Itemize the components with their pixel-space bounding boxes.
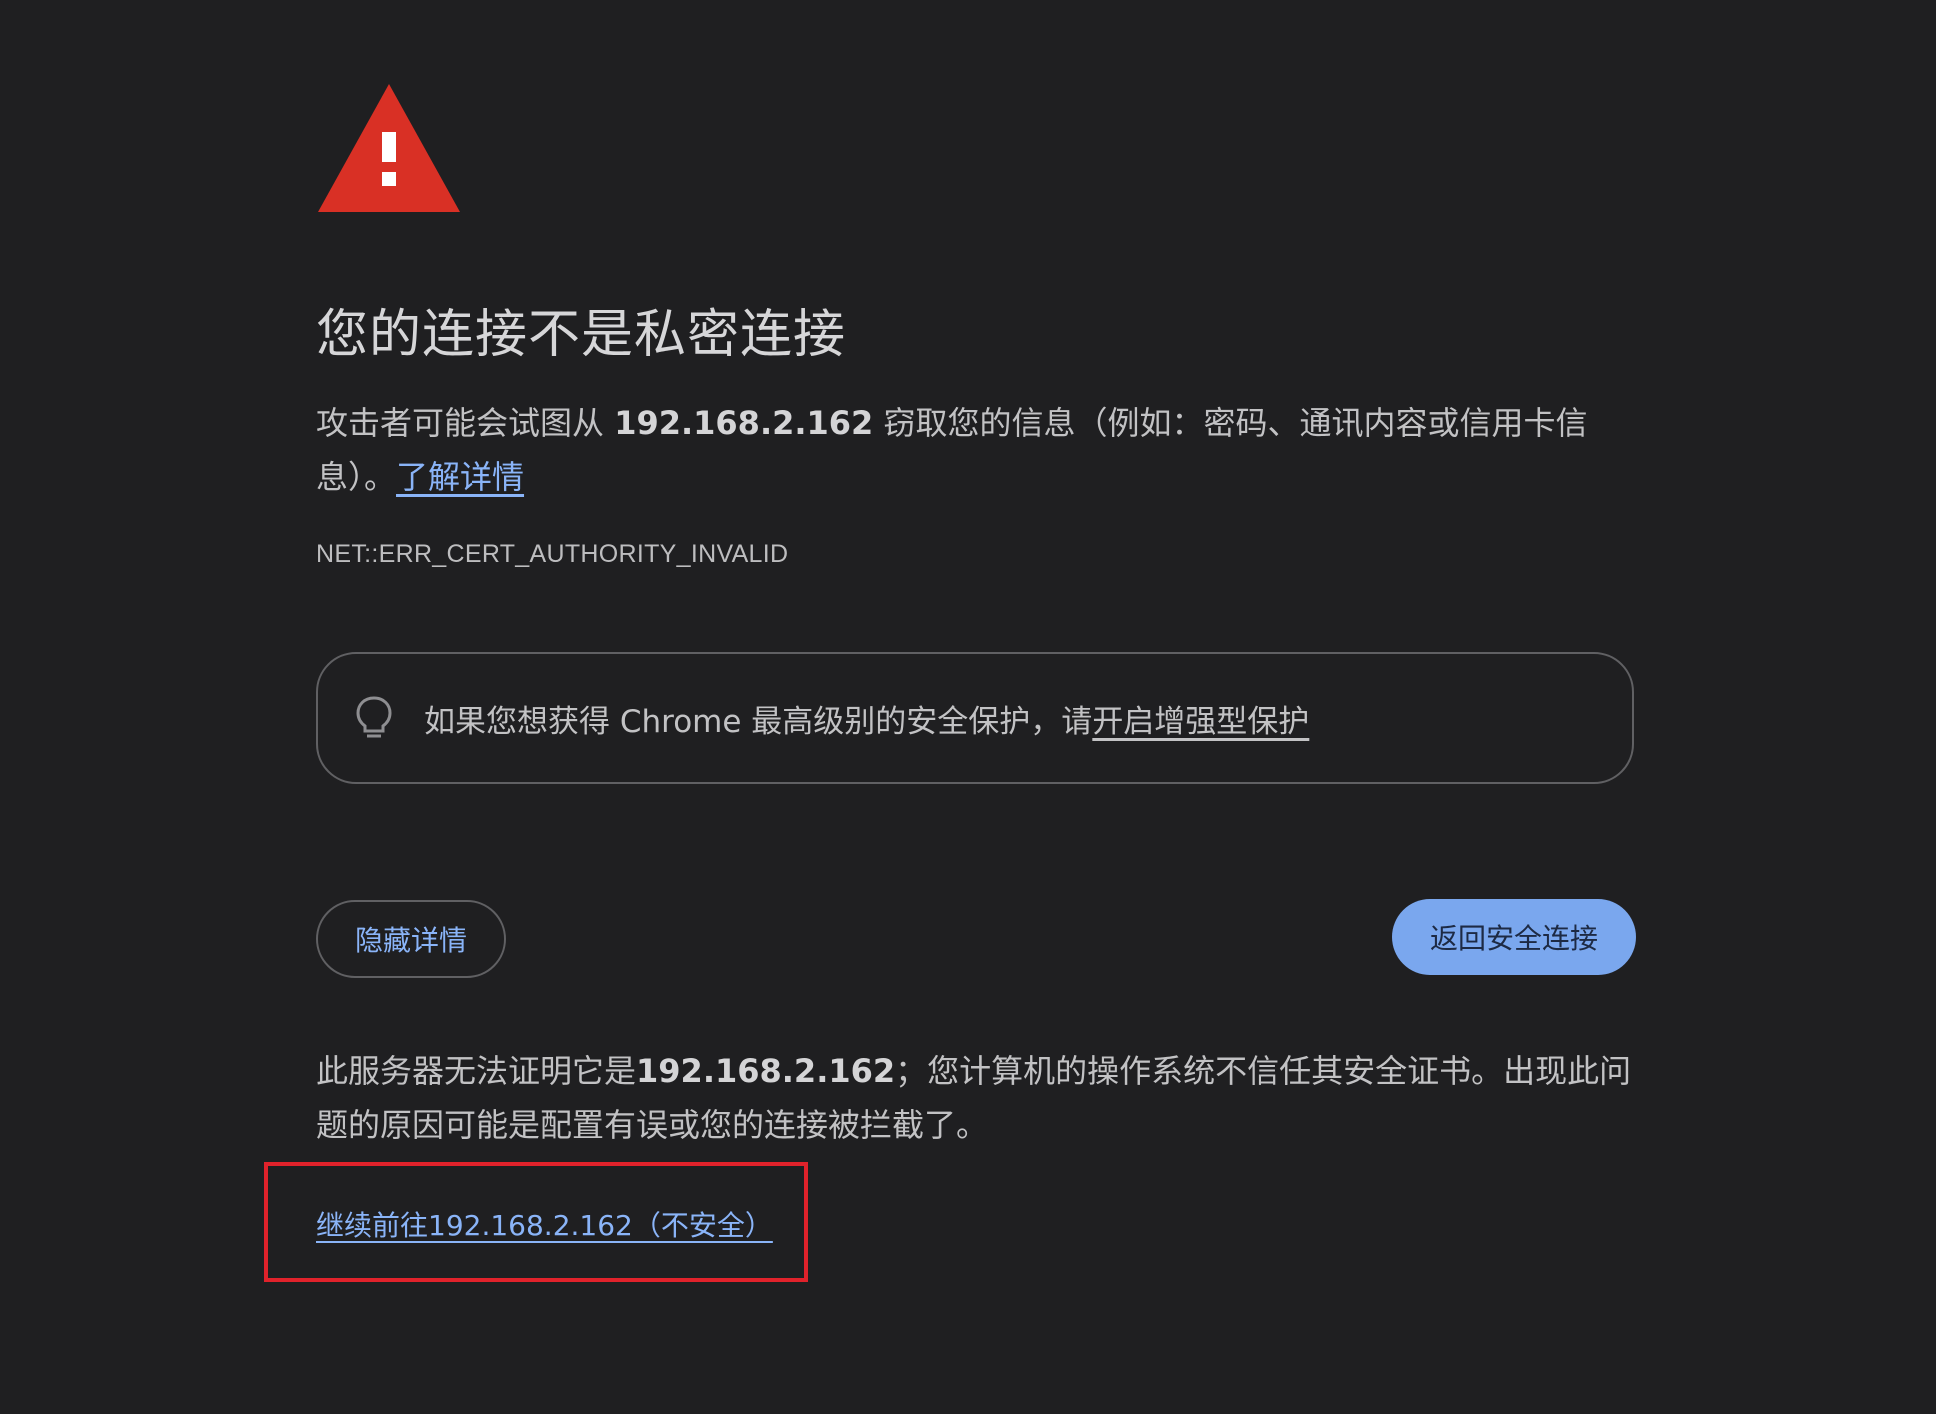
proceed-unsafe-link[interactable]: 继续前往192.168.2.162（不安全）: [316, 1204, 773, 1244]
description-host: 192.168.2.162: [614, 404, 874, 442]
error-code: NET::ERR_CERT_AUTHORITY_INVALID: [316, 540, 789, 568]
page-title: 您的连接不是私密连接: [316, 305, 847, 365]
enable-enhanced-protection-link[interactable]: 开启增强型保护: [1092, 704, 1309, 740]
hide-details-button[interactable]: 隐藏详情: [316, 900, 506, 978]
lightbulb-icon: [356, 696, 392, 738]
back-to-safety-button[interactable]: 返回安全连接: [1392, 899, 1636, 975]
security-description: 攻击者可能会试图从 192.168.2.162 窃取您的信息（例如：密码、通讯内…: [316, 396, 1646, 504]
details-text: 此服务器无法证明它是192.168.2.162；您计算机的操作系统不信任其安全证…: [316, 1044, 1646, 1152]
details-host: 192.168.2.162: [636, 1052, 896, 1090]
warning-triangle-icon: [318, 84, 460, 212]
tip-text: 如果您想获得 Chrome 最高级别的安全保护，请开启增强型保护: [424, 696, 1309, 741]
description-prefix: 攻击者可能会试图从: [316, 404, 615, 442]
interstitial-page: 您的连接不是私密连接 攻击者可能会试图从 192.168.2.162 窃取您的信…: [0, 0, 1936, 1414]
details-prefix: 此服务器无法证明它是: [316, 1052, 637, 1090]
enhanced-protection-tip: 如果您想获得 Chrome 最高级别的安全保护，请开启增强型保护: [316, 652, 1634, 784]
learn-more-link[interactable]: 了解详情: [396, 458, 524, 496]
tip-text-body: 如果您想获得 Chrome 最高级别的安全保护，请: [424, 703, 1093, 740]
